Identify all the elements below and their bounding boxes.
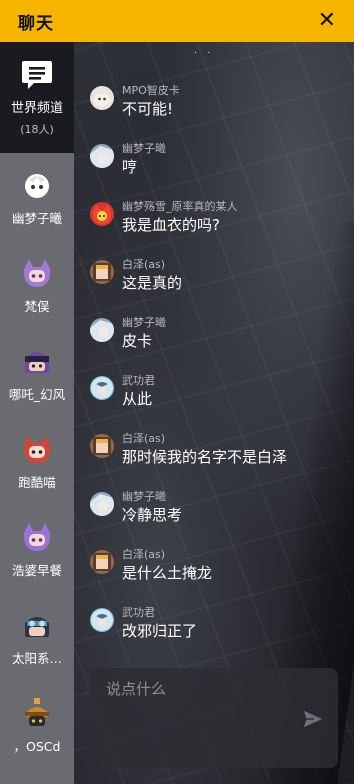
message-text: 那时候我的名字不是白泽	[122, 448, 288, 466]
message-text: 哼	[122, 158, 138, 176]
world-channel-button[interactable]: 世界频道 (18人)	[0, 42, 74, 153]
sender-name: 白泽(as)	[122, 258, 166, 271]
sender-avatar[interactable]	[90, 434, 114, 458]
sender-avatar[interactable]	[90, 86, 114, 110]
member-avatar	[21, 345, 53, 377]
channel-sidebar: 世界频道 (18人) 幽梦子曦 梵俣 哪吒_幻风 跑酷喵 浩婆早餐 太阳系… ，…	[0, 42, 74, 784]
sender-name: 白泽(as)	[122, 432, 166, 445]
member-item[interactable]: 太阳系…	[0, 593, 74, 681]
sender-name: 白泽(as)	[122, 548, 166, 561]
sender-name: 幽梦子曦	[122, 316, 166, 329]
world-channel-name: 世界频道	[10, 101, 63, 116]
member-name: 跑酷喵	[18, 475, 56, 490]
message-list: ·· MPO智皮卡 不可能! 幽梦子曦 哼 幽梦殇雪_原率真的某人 我是血衣的吗…	[74, 42, 354, 662]
sender-name: 武功君	[122, 374, 155, 387]
member-name: 浩婆早餐	[11, 563, 62, 578]
member-name: 梵俣	[24, 299, 50, 314]
member-name: 太阳系…	[11, 651, 62, 666]
member-item[interactable]: ，OSCd	[0, 681, 74, 769]
sender-avatar[interactable]	[90, 202, 114, 226]
member-item[interactable]: 梵俣	[0, 241, 74, 329]
sender-name: 幽梦子曦	[122, 490, 166, 503]
member-item[interactable]: 浩婆早餐	[0, 505, 74, 593]
sender-avatar[interactable]	[90, 492, 114, 516]
world-channel-count: (18人)	[20, 123, 54, 136]
sender-name: 武功君	[122, 606, 155, 619]
member-item[interactable]: 哪吒_幻风	[0, 329, 74, 417]
member-avatar	[21, 521, 53, 553]
member-avatar	[21, 169, 53, 201]
chat-header: 聊天 ✕	[0, 0, 354, 42]
member-avatar	[21, 257, 53, 289]
member-name: 哪吒_幻风	[8, 387, 66, 402]
message-text: 改邪归正了	[122, 622, 198, 640]
message-text: 这是真的	[122, 274, 183, 292]
sender-avatar[interactable]	[90, 550, 114, 574]
sender-avatar[interactable]	[90, 376, 114, 400]
member-name: ，OSCd	[13, 739, 61, 754]
sender-name: 幽梦殇雪_原率真的某人	[122, 200, 238, 213]
sender-name: 幽梦子曦	[122, 142, 166, 155]
chat-bubble-icon	[22, 61, 52, 89]
message-text: 是什么土掩龙	[122, 564, 213, 582]
sender-avatar[interactable]	[90, 144, 114, 168]
message-text: 我是血衣的吗?	[122, 216, 220, 234]
message-text: 从此	[122, 390, 153, 408]
message-text: 不可能!	[122, 100, 174, 118]
member-avatar	[21, 433, 53, 465]
message-composer	[90, 668, 338, 768]
message-input[interactable]	[106, 678, 306, 700]
member-list: 幽梦子曦 梵俣 哪吒_幻风 跑酷喵 浩婆早餐 太阳系… ，OSCd	[0, 153, 74, 784]
scroll-indicator: ··	[194, 48, 221, 59]
close-icon[interactable]: ✕	[318, 10, 336, 32]
member-item[interactable]: 跑酷喵	[0, 417, 74, 505]
member-avatar	[21, 609, 53, 641]
sender-name: MPO智皮卡	[122, 84, 180, 97]
member-name: 幽梦子曦	[11, 211, 62, 226]
sender-avatar[interactable]	[90, 318, 114, 342]
message-text: 皮卡	[122, 332, 153, 350]
message-text: 冷静思考	[122, 506, 183, 524]
sender-avatar[interactable]	[90, 260, 114, 284]
header-title: 聊天	[18, 13, 54, 34]
member-avatar	[21, 697, 53, 729]
send-arrow-icon[interactable]	[302, 708, 324, 730]
member-item[interactable]: 幽梦子曦	[0, 153, 74, 241]
sender-avatar[interactable]	[90, 608, 114, 632]
